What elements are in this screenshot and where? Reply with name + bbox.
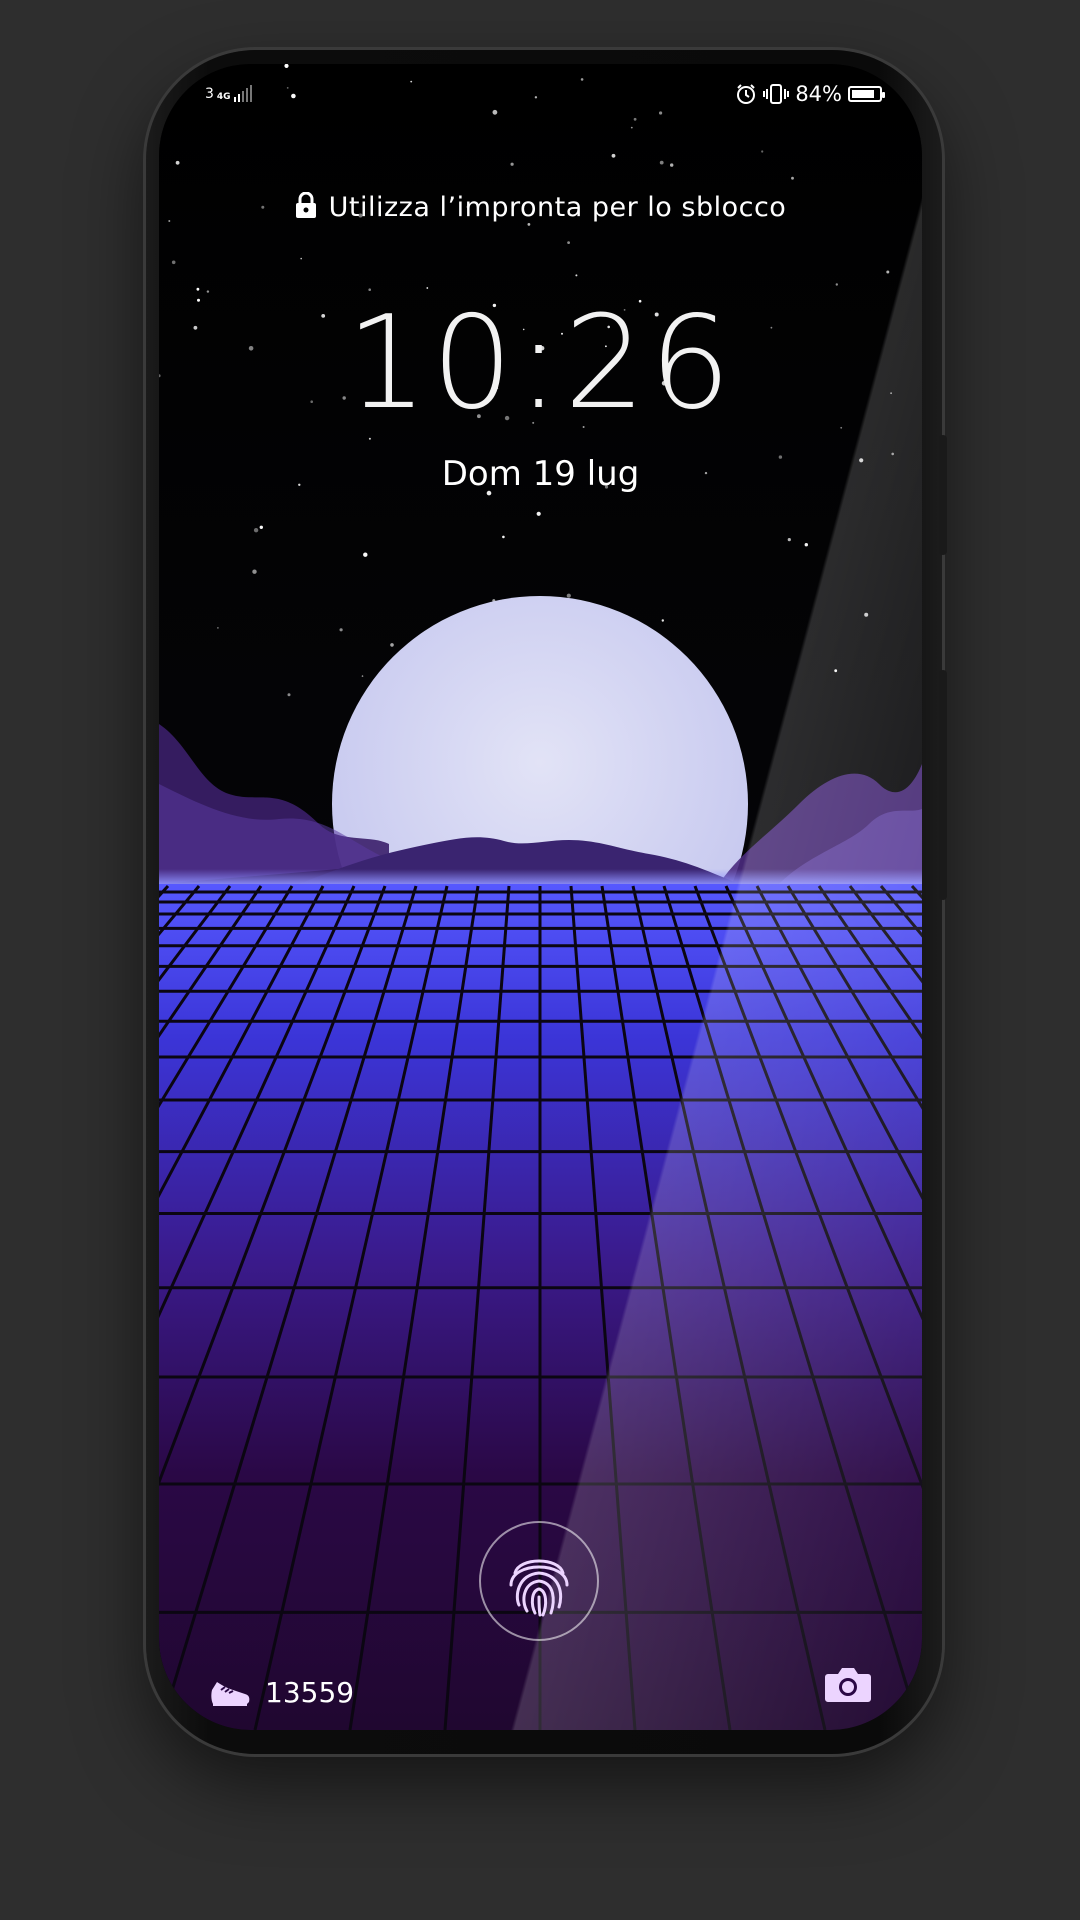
- lock-screen[interactable]: 3 4G 84% Utilizza l’impronta per lo sblo…: [159, 64, 922, 1730]
- date: Dom 19 lug: [441, 454, 640, 494]
- shoe-icon: [211, 1681, 250, 1706]
- status-right: 84%: [735, 82, 885, 106]
- sim-slot: 3: [205, 86, 214, 102]
- status-bar: 3 4G 84%: [159, 64, 922, 124]
- unlock-hint-text: Utilizza l’impronta per lo sblocco: [328, 192, 787, 223]
- network-type: 4G: [216, 92, 231, 102]
- signal-indicator: 3 4G: [205, 84, 252, 102]
- step-count: 13559: [265, 1676, 355, 1709]
- alarm-icon: [737, 84, 756, 104]
- unlock-hint: Utilizza l’impronta per lo sblocco: [159, 192, 922, 223]
- fingerprint-icon: [509, 1559, 569, 1617]
- fingerprint-sensor[interactable]: [479, 1521, 599, 1641]
- camera-icon: [825, 1668, 871, 1702]
- power-button: [939, 435, 947, 555]
- clock: 10:26: [346, 289, 735, 438]
- battery-icon: [848, 86, 885, 102]
- step-counter: 13559: [209, 1676, 354, 1709]
- camera-shortcut[interactable]: [824, 1664, 872, 1708]
- signal-icon: [233, 84, 252, 102]
- lock-icon: [295, 192, 316, 218]
- volume-button: [939, 670, 947, 900]
- vibrate-icon: [763, 84, 790, 104]
- battery-percent: 84%: [795, 82, 842, 106]
